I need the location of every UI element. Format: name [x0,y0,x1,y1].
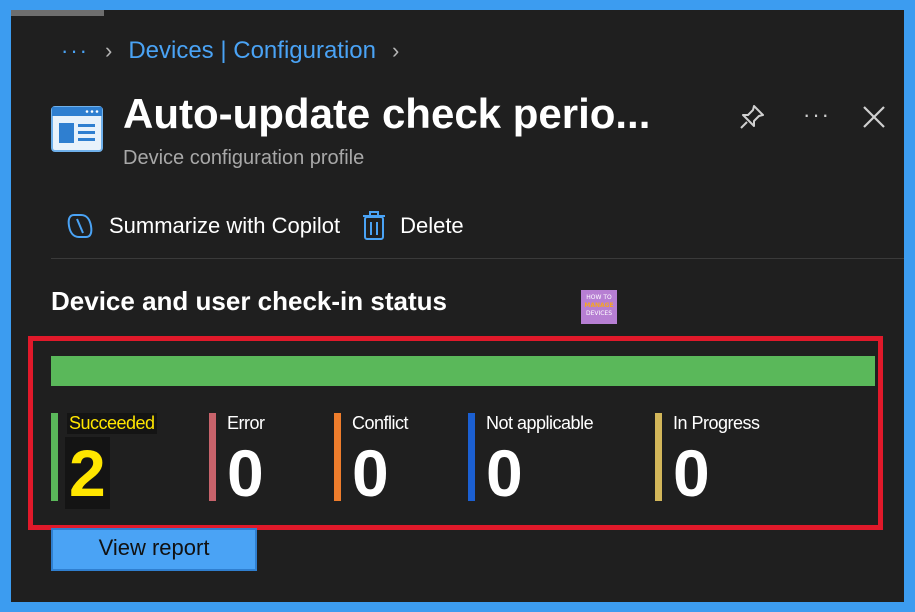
status-stripe [468,413,475,501]
trash-icon [363,211,386,240]
status-count: 0 [673,436,710,510]
status-stripe [209,413,216,501]
toolbar: Summarize with Copilot Delete [65,206,464,246]
view-report-button[interactable]: View report [51,528,257,571]
breadcrumb-devices-configuration[interactable]: Devices | Configuration [128,37,376,65]
status-count: 0 [227,436,264,510]
status-label: Succeeded [67,413,157,434]
breadcrumb-ellipsis[interactable]: ··· [61,38,89,64]
copilot-label: Summarize with Copilot [109,213,341,238]
status-stripe [334,413,341,501]
page-subtitle: Device configuration profile [123,147,365,169]
logo-line-3: DEVICES [585,310,613,317]
pin-icon[interactable] [737,102,767,132]
chevron-right-icon: › [392,38,400,63]
page-title: Auto-update check perio... [123,90,651,137]
close-icon[interactable] [859,102,889,132]
status-count: 2 [65,437,110,509]
top-scroll-indicator [11,10,104,16]
status-progress-bar [51,356,875,386]
profile-panel: ··· › Devices | Configuration › Auto-upd… [11,10,904,602]
configuration-profile-icon [51,106,103,152]
delete-label: Delete [400,213,464,238]
status-label: Not applicable [486,413,594,433]
logo-line-2: MANAGE [584,302,614,309]
status-stripe [51,413,58,501]
status-label: Error [227,413,265,433]
status-label: Conflict [352,413,409,433]
summarize-with-copilot-button[interactable]: Summarize with Copilot [65,212,340,240]
breadcrumb: ··· › Devices | Configuration › [61,36,399,66]
status-count: 0 [486,436,523,510]
section-title: Device and user check-in status [51,286,447,316]
copilot-icon [67,214,93,238]
how-to-manage-devices-logo: HOW TO MANAGE DEVICES [581,290,617,324]
chevron-right-icon: › [104,38,113,63]
delete-button[interactable]: Delete [362,211,464,241]
status-stripe [655,413,662,501]
logo-line-1: HOW TO [586,294,612,301]
status-count: 0 [352,436,389,510]
status-label: In Progress [673,413,760,433]
toolbar-divider [51,258,904,259]
more-options-icon[interactable]: ··· [803,102,831,128]
